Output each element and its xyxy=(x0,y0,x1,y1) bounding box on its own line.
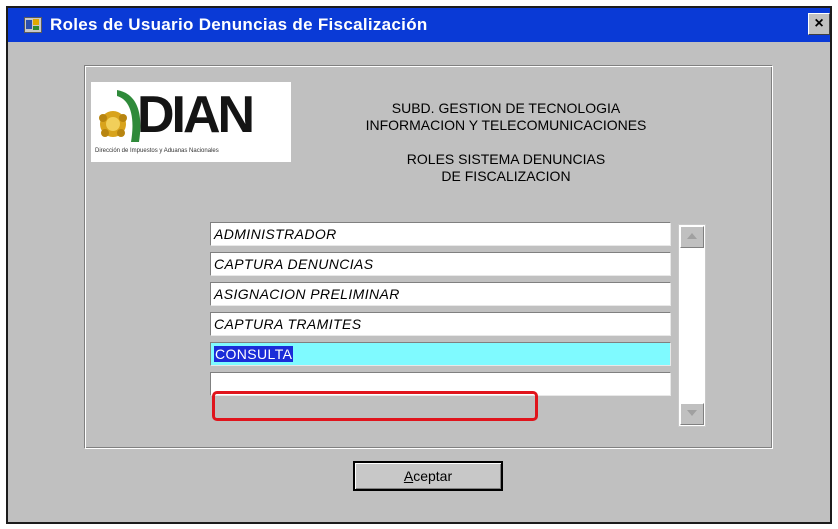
close-icon: × xyxy=(814,15,824,32)
accept-mnemonic: A xyxy=(403,468,414,484)
close-button[interactable]: × xyxy=(808,13,830,35)
dian-logo: DIAN Dirección de Impuestos y Aduanas Na… xyxy=(91,82,291,162)
header-line-4: DE FISCALIZACION xyxy=(441,168,571,184)
dian-emblem-icon xyxy=(99,90,141,142)
role-label: CAPTURA TRAMITES xyxy=(214,316,362,332)
role-label: ASIGNACION PRELIMINAR xyxy=(214,286,400,302)
app-icon xyxy=(24,17,42,33)
role-item-captura-tramites[interactable]: CAPTURA TRAMITES xyxy=(210,312,671,336)
role-label: CONSULTA xyxy=(214,346,294,362)
arrow-up-icon xyxy=(687,233,697,239)
role-item-consulta[interactable]: CONSULTA xyxy=(210,342,671,366)
roles-scrollbar[interactable] xyxy=(678,224,706,427)
role-item-captura-denuncias[interactable]: CAPTURA DENUNCIAS xyxy=(210,252,671,276)
window-title: Roles de Usuario Denuncias de Fiscalizac… xyxy=(50,15,428,34)
arrow-down-icon xyxy=(687,410,697,416)
scroll-down-button[interactable] xyxy=(680,403,704,425)
header-text: SUBD. GESTION DE TECNOLOGIA INFORMACION … xyxy=(316,100,696,185)
logo-wordmark: DIAN xyxy=(137,86,255,144)
dialog-window: Roles de Usuario Denuncias de Fiscalizac… xyxy=(6,6,832,524)
role-item-administrador[interactable]: ADMINISTRADOR xyxy=(210,222,671,246)
role-label: ADMINISTRADOR xyxy=(214,226,337,242)
scroll-up-button[interactable] xyxy=(680,226,704,248)
logo-caption: Dirección de Impuestos y Aduanas Naciona… xyxy=(95,148,219,154)
header-line-3: ROLES SISTEMA DENUNCIAS xyxy=(406,151,606,167)
dialog-content: DIAN Dirección de Impuestos y Aduanas Na… xyxy=(16,44,822,516)
role-item-asignacion-preliminar[interactable]: ASIGNACION PRELIMINAR xyxy=(210,282,671,306)
title-bar[interactable]: Roles de Usuario Denuncias de Fiscalizac… xyxy=(8,8,830,42)
accept-label: ceptar xyxy=(413,468,453,484)
role-label: CAPTURA DENUNCIAS xyxy=(214,256,374,272)
header-line-2: INFORMACION Y TELECOMUNICACIONES xyxy=(365,117,647,133)
header-line-1: SUBD. GESTION DE TECNOLOGIA xyxy=(391,100,621,116)
selection-highlight xyxy=(212,391,538,421)
accept-button[interactable]: Aceptar xyxy=(353,461,503,491)
